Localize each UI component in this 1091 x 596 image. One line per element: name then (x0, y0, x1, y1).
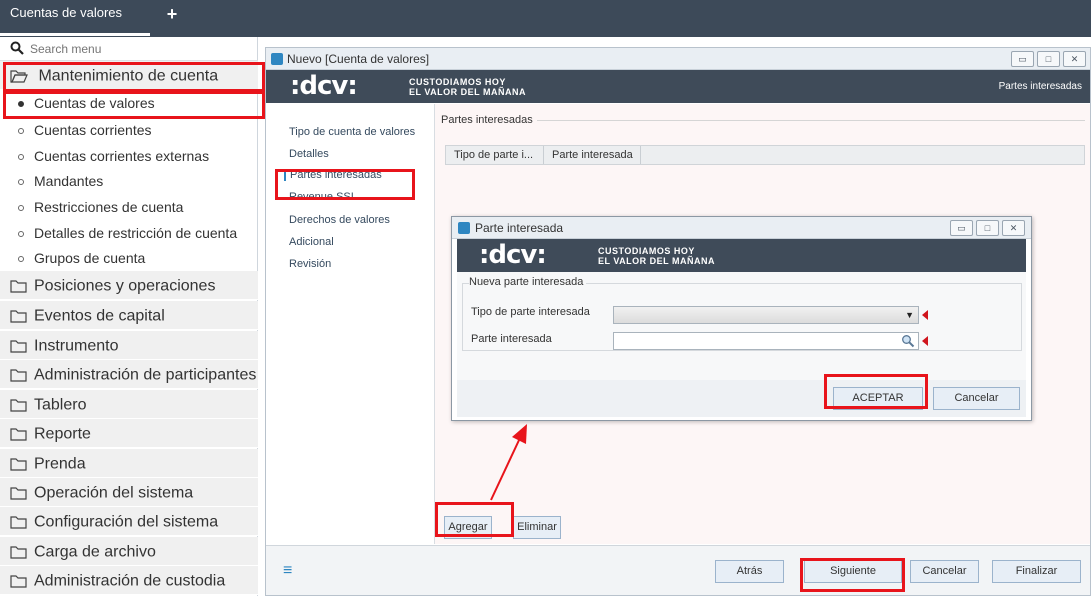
screen: Cuentas de valores + Mantenimiento de cu… (0, 0, 1091, 596)
annotation-arrow (490, 424, 527, 501)
